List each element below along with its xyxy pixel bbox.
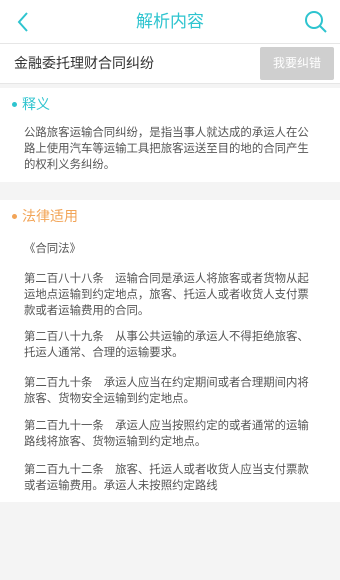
law-paragraph: 《合同法》 xyxy=(24,241,81,255)
law-paragraph: 第二百九十一条 承运人应当按照约定的或者通常的运输路线将旅客、货物运输到约定地点… xyxy=(24,418,309,448)
law-paragraph: 第二百八十九条 从事公共运输的承运人不得拒绝旅客、托运人通常、合理的运输要求。 xyxy=(24,329,309,359)
definition-heading-label: 释义 xyxy=(22,97,50,113)
law-paragraph: 第二百九十二条 旅客、托运人或者收货人应当支付票款或者运输费用。承运人未按照约定… xyxy=(24,462,309,492)
search-icon xyxy=(305,11,327,33)
case-title-row: 金融委托理财合同纠纷 我要纠错 xyxy=(0,44,340,84)
report-error-button[interactable]: 我要纠错 xyxy=(260,47,334,80)
law-heading: 法律适用 xyxy=(12,206,78,226)
definition-section: 释义 公路旅客运输合同纠纷，是指当事人就达成的承运人在公路上使用汽车等运输工具把… xyxy=(0,88,340,182)
bullet-dot-icon xyxy=(12,101,17,107)
law-section: 法律适用 《合同法》 第二百八十八条 运输合同是承运人将旅客或者货物从起运地点运… xyxy=(0,200,340,502)
law-paragraph: 第二百九十条 承运人应当在约定期间或者合理期间内将旅客、货物安全运输到约定地点。 xyxy=(24,375,309,405)
bullet-dot-icon xyxy=(12,213,17,219)
law-paragraph: 第二百八十八条 运输合同是承运人将旅客或者货物从起运地点运输到约定地点，旅客、托… xyxy=(24,271,309,317)
page-title: 解析内容 xyxy=(136,12,204,32)
definition-text: 公路旅客运输合同纠纷，是指当事人就达成的承运人在公路上使用汽车等运输工具把旅客运… xyxy=(24,125,309,171)
law-heading-label: 法律适用 xyxy=(22,209,78,225)
definition-heading: 释义 xyxy=(12,94,50,114)
bottom-background xyxy=(0,502,340,580)
top-bar: 解析内容 xyxy=(0,0,340,44)
case-title: 金融委托理财合同纠纷 xyxy=(14,56,154,72)
search-button[interactable] xyxy=(302,8,330,36)
